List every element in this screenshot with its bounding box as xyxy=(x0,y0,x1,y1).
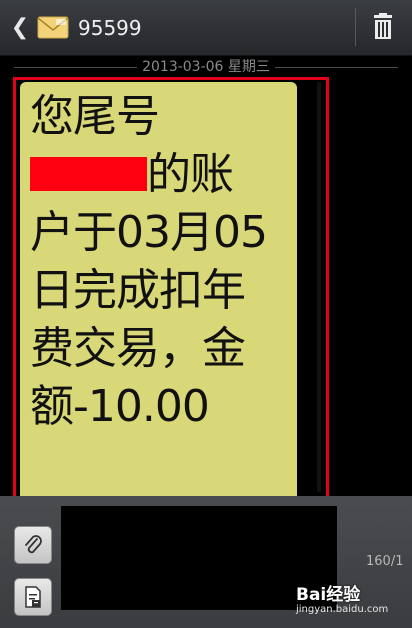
attach-button[interactable] xyxy=(14,526,52,564)
envelope-icon xyxy=(37,16,69,39)
message-bubble[interactable]: 您尾号的账户于03月05日完成扣年费交易，金额-10.00 xyxy=(20,82,297,502)
contact-name[interactable]: 95599 xyxy=(78,16,142,40)
char-counter: 160/1 xyxy=(366,554,404,569)
watermark-url: jingyan.baidu.com xyxy=(296,604,389,615)
redaction-block xyxy=(30,157,147,191)
chevron-left-icon[interactable]: ❮ xyxy=(8,14,32,42)
paperclip-icon xyxy=(25,535,42,554)
scroll-track[interactable] xyxy=(317,82,321,492)
message-text-end: 的账户于03月05日完成扣年费交易，金额-10.00 xyxy=(30,149,268,432)
template-button[interactable] xyxy=(14,578,52,616)
header-divider xyxy=(355,8,356,46)
watermark: Bai经验 jingyan.baidu.com xyxy=(296,576,408,624)
watermark-brand: Bai经验 xyxy=(296,585,361,605)
date-divider-text: 2013-03-06 星期三 xyxy=(137,59,275,75)
date-divider: 2013-03-06 星期三 xyxy=(0,56,412,78)
app-header: ❮ 95599 xyxy=(0,0,412,56)
message-text: 您尾号的账户于03月05日完成扣年费交易，金额-10.00 xyxy=(30,88,270,436)
trash-icon[interactable] xyxy=(368,12,398,42)
template-icon xyxy=(25,586,41,608)
message-text-start: 您尾号 xyxy=(30,91,160,142)
